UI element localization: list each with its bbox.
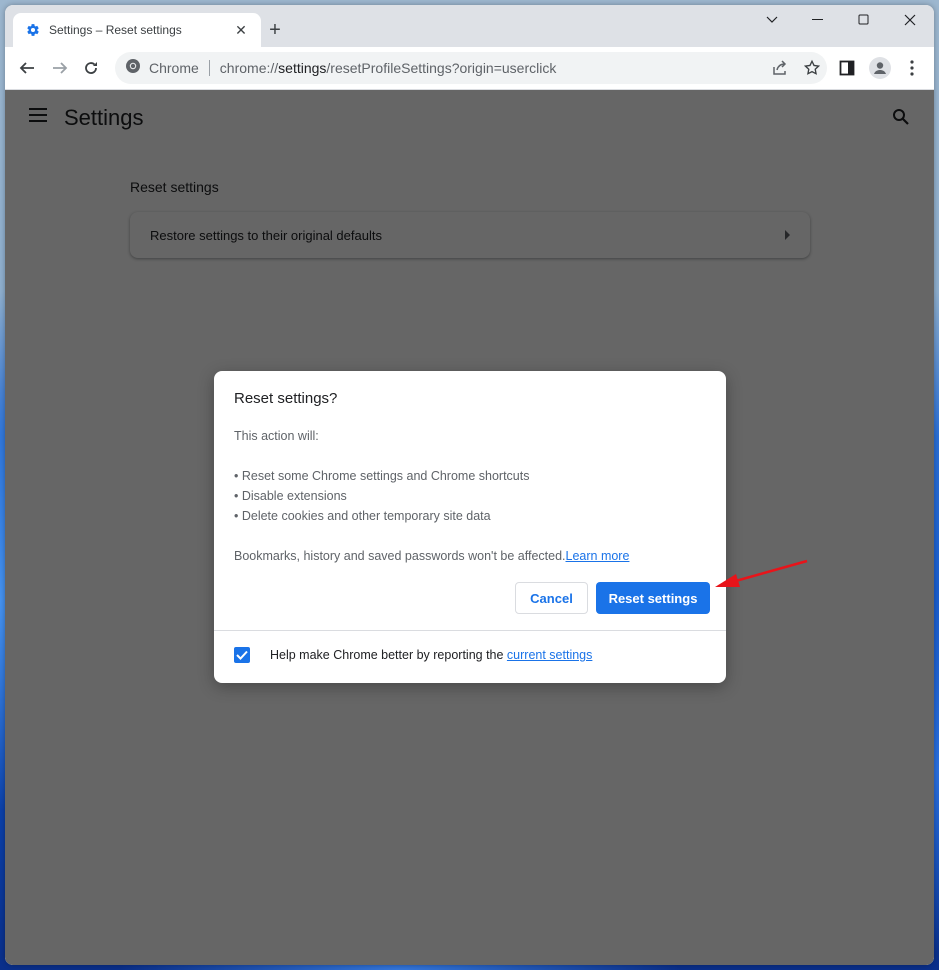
site-chip-label: Chrome: [149, 60, 199, 76]
dialog-note-line: Bookmarks, history and saved passwords w…: [234, 546, 706, 566]
tab-strip: Settings – Reset settings ✕ +: [5, 5, 934, 47]
learn-more-link[interactable]: Learn more: [566, 549, 630, 563]
new-tab-button[interactable]: +: [263, 18, 287, 42]
reset-settings-button[interactable]: Reset settings: [596, 582, 710, 614]
dialog-bullet: • Delete cookies and other temporary sit…: [234, 509, 491, 523]
report-settings-checkbox[interactable]: [234, 647, 250, 663]
share-icon[interactable]: [771, 59, 789, 82]
reset-settings-dialog: Reset settings? This action will: • Rese…: [214, 371, 726, 683]
maximize-button[interactable]: [841, 5, 887, 35]
gear-icon: [25, 22, 41, 38]
dialog-note: Bookmarks, history and saved passwords w…: [234, 549, 566, 563]
current-settings-link[interactable]: current settings: [507, 648, 592, 662]
browser-toolbar: Chrome chrome://settings/resetProfileSet…: [5, 47, 934, 90]
footer-text: Help make Chrome better by reporting the…: [270, 648, 592, 662]
dialog-body: This action will: • Reset some Chrome se…: [234, 426, 706, 566]
minimize-button[interactable]: [795, 5, 841, 35]
tab-search-button[interactable]: [749, 5, 795, 35]
dialog-intro: This action will:: [234, 429, 319, 443]
address-bar[interactable]: Chrome chrome://settings/resetProfileSet…: [115, 52, 827, 84]
chrome-icon: [125, 58, 141, 79]
dialog-bullet: • Disable extensions: [234, 489, 347, 503]
dialog-divider: [214, 630, 726, 631]
kebab-menu-icon[interactable]: [898, 54, 926, 82]
profile-avatar-icon[interactable]: [866, 54, 894, 82]
footer-label: Help make Chrome better by reporting the: [270, 648, 507, 662]
url-host: settings: [278, 60, 327, 76]
url-prefix: chrome://: [219, 60, 279, 76]
close-tab-icon[interactable]: ✕: [233, 22, 249, 39]
annotation-arrow: [715, 559, 808, 587]
back-button[interactable]: [13, 54, 41, 82]
url-path: /resetProfileSettings?origin=userclick: [326, 60, 557, 76]
tab-settings[interactable]: Settings – Reset settings ✕: [13, 13, 261, 47]
bookmark-star-icon[interactable]: [803, 59, 821, 82]
page-content: Settings Reset settings Restore settings…: [5, 90, 934, 965]
url-text: chrome://settings/resetProfileSettings?o…: [220, 60, 557, 76]
dialog-title: Reset settings?: [234, 390, 338, 407]
reload-button[interactable]: [77, 54, 105, 82]
dialog-footer: Help make Chrome better by reporting the…: [234, 647, 592, 663]
close-window-button[interactable]: [887, 5, 933, 35]
forward-button[interactable]: [46, 54, 74, 82]
side-panel-icon[interactable]: [833, 54, 861, 82]
omnibox-separator: [208, 60, 210, 76]
browser-window: Settings – Reset settings ✕ + Chrome chr…: [5, 5, 934, 965]
dialog-bullet: • Reset some Chrome settings and Chrome …: [234, 469, 530, 483]
tab-title: Settings – Reset settings: [49, 23, 182, 37]
cancel-button[interactable]: Cancel: [515, 582, 588, 614]
